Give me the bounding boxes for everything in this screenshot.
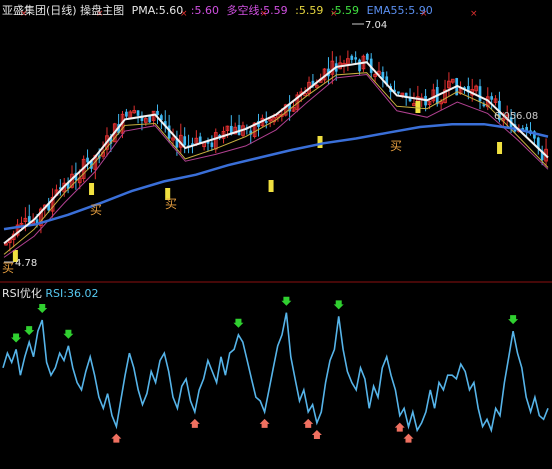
candle-body bbox=[264, 120, 268, 123]
candle-body bbox=[125, 111, 128, 117]
high-label: 7.04 bbox=[365, 20, 387, 31]
pma-secondary-value: :5.60 bbox=[190, 4, 219, 17]
rsi-indicator-value: RSI:36.02 bbox=[45, 287, 99, 300]
candle-body bbox=[350, 55, 354, 60]
buy-signal-label: 买 bbox=[390, 139, 402, 153]
candle-body bbox=[183, 136, 187, 146]
ema55-value: EMA55:5.90 bbox=[366, 4, 433, 17]
signal-marker bbox=[317, 136, 323, 148]
signal-marker bbox=[415, 101, 421, 113]
sell-arrow-icon bbox=[281, 296, 292, 306]
candle-body bbox=[358, 59, 361, 72]
candle-body bbox=[86, 157, 89, 163]
pma-value: PMA:5.60 bbox=[131, 4, 184, 17]
buy-arrow-icon bbox=[403, 433, 414, 443]
duokong-value: 多空线:5.59 bbox=[226, 4, 288, 17]
buy-arrow-icon bbox=[394, 422, 405, 432]
mid-label: 6.05 bbox=[494, 111, 516, 122]
buy-signal-label: 买 bbox=[90, 203, 102, 217]
buy-arrow-icon bbox=[111, 433, 122, 443]
sell-arrow-icon bbox=[233, 318, 244, 328]
candle-body bbox=[136, 110, 140, 116]
line4-value: :5.59 bbox=[295, 4, 324, 17]
candle-body bbox=[365, 53, 369, 60]
chart-title: 亚盛集团(日线) 操盘主图 bbox=[2, 4, 125, 17]
chart-header: 亚盛集团(日线) 操盘主图 PMA:5.60 :5.60 多空线:5.59 :5… bbox=[2, 2, 437, 18]
buy-arrow-icon bbox=[259, 418, 270, 428]
low-label: 4.78 bbox=[15, 258, 37, 269]
candle-body bbox=[354, 57, 357, 60]
header-x-marker: × bbox=[470, 9, 478, 19]
candle-body bbox=[490, 96, 493, 100]
sell-arrow-icon bbox=[37, 304, 48, 314]
mid2-label: 6.08 bbox=[516, 111, 538, 122]
sell-arrow-icon bbox=[508, 315, 519, 325]
buy-signal-label: 买 bbox=[2, 261, 14, 275]
buy-arrow-icon bbox=[303, 418, 314, 428]
signal-marker bbox=[89, 183, 95, 195]
sell-arrow-icon bbox=[11, 333, 22, 343]
candle-body bbox=[156, 110, 159, 116]
line4 bbox=[3, 72, 549, 255]
line5-value: :5.59 bbox=[330, 4, 360, 17]
buy-arrow-icon bbox=[311, 429, 322, 439]
sell-arrow-icon bbox=[24, 326, 35, 336]
price-panel: 7.044.786.05 6.08买买 买买× × × × × × × bbox=[2, 9, 549, 275]
rsi-line bbox=[2, 312, 549, 434]
buy-signal-label: 买 bbox=[165, 197, 177, 211]
candle-body bbox=[210, 142, 214, 147]
signal-marker bbox=[268, 180, 274, 192]
candle-body bbox=[397, 91, 400, 94]
candle-body bbox=[303, 93, 307, 97]
signal-marker bbox=[497, 142, 503, 154]
candle-body bbox=[478, 86, 482, 102]
rsi-indicator-name: RSI优化 bbox=[2, 287, 42, 300]
buy-arrow-icon bbox=[189, 418, 200, 428]
sell-arrow-icon bbox=[63, 329, 74, 339]
chart-canvas: 7.044.786.05 6.08买买 买买× × × × × × × bbox=[0, 9, 552, 443]
ema55-line bbox=[3, 122, 549, 231]
rsi-panel bbox=[2, 296, 549, 443]
candle-body bbox=[148, 116, 152, 123]
rsi-header: RSI优化 RSI:36.02 bbox=[2, 285, 98, 301]
sell-arrow-icon bbox=[333, 300, 344, 310]
